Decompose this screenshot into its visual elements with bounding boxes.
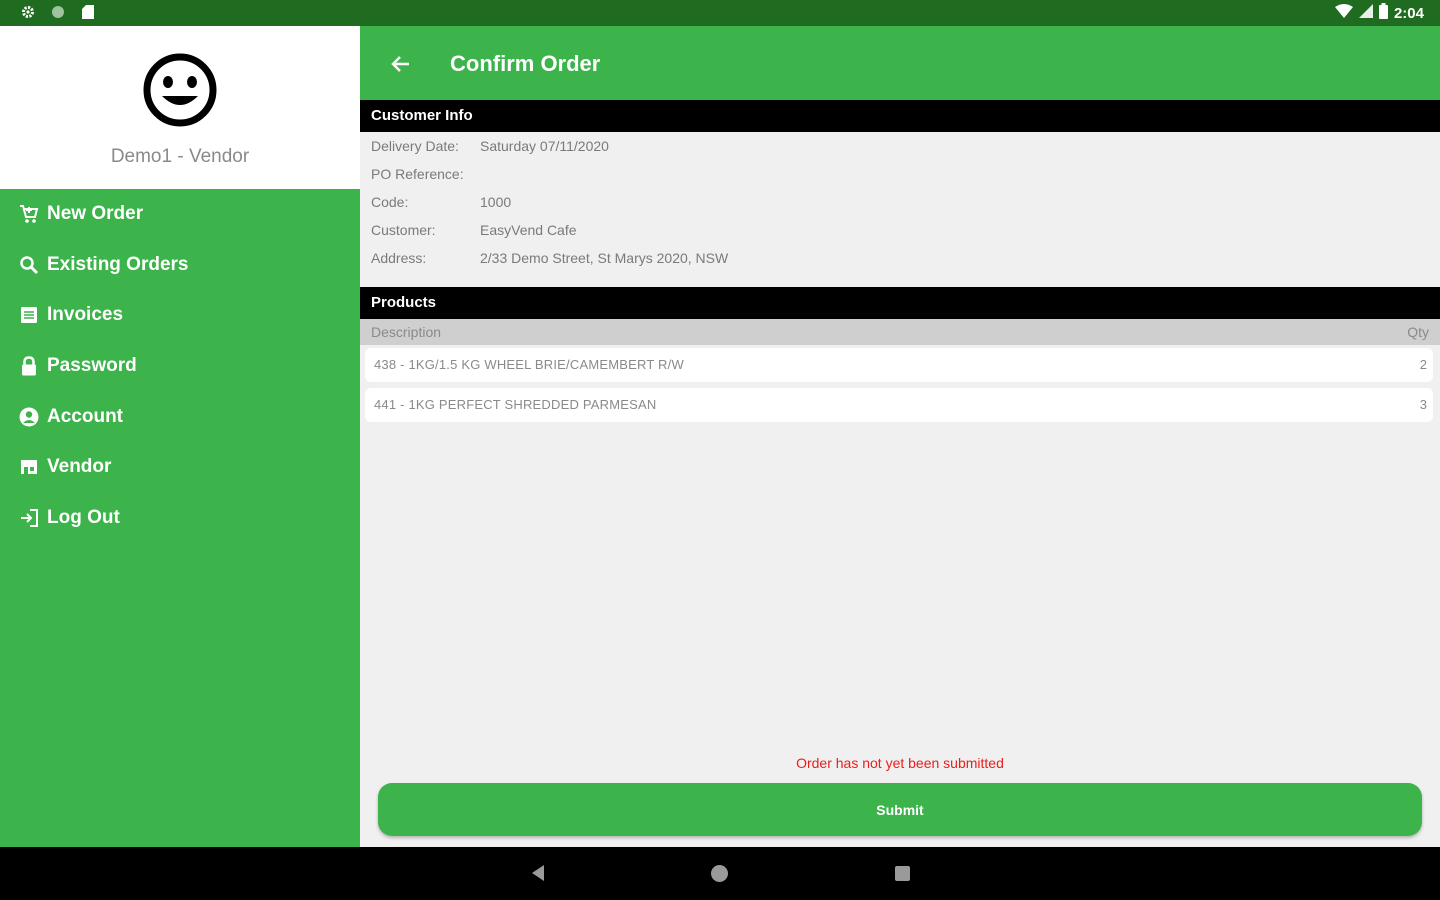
store-icon — [18, 456, 40, 478]
address-label: Address: — [371, 250, 427, 266]
nav-label-vendor: Vendor — [47, 456, 112, 477]
signal-icon — [1358, 4, 1373, 22]
system-nav-bar — [0, 847, 1440, 900]
app-bar: Confirm Order — [360, 26, 1440, 100]
code-value: 1000 — [480, 194, 512, 210]
drawer-header: Demo1 - Vendor — [0, 26, 360, 189]
settings-icon — [20, 4, 36, 20]
sd-card-icon — [80, 4, 96, 20]
customer-value: EasyVend Cafe — [480, 222, 577, 238]
product-row[interactable]: 441 - 1KG PERFECT SHREDDED PARMESAN 3 — [365, 388, 1433, 422]
logout-icon — [18, 507, 40, 529]
wifi-icon — [1334, 4, 1353, 22]
nav-label-password: Password — [47, 355, 137, 376]
nav-item-log-out[interactable]: Log Out — [0, 493, 360, 543]
search-icon — [18, 254, 40, 276]
nav-home-icon[interactable] — [711, 865, 728, 882]
delivery-date-label: Delivery Date: — [371, 138, 459, 154]
nav-label-new-order: New Order — [47, 203, 144, 224]
battery-icon — [1378, 3, 1388, 23]
circle-icon — [50, 4, 66, 20]
code-label: Code: — [371, 194, 409, 210]
nav-back-icon[interactable] — [530, 864, 546, 887]
product-row[interactable]: 438 - 1KG/1.5 KG WHEEL BRIE/CAMEMBERT R/… — [365, 348, 1433, 382]
customer-label: Customer: — [371, 222, 436, 238]
main-content: Confirm Order Customer Info Delivery Dat… — [360, 26, 1440, 847]
nav-item-account[interactable]: Account — [0, 392, 360, 442]
column-qty: Qty — [1407, 324, 1429, 340]
nav-label-existing-orders: Existing Orders — [47, 254, 189, 275]
back-arrow-icon[interactable] — [386, 50, 414, 78]
cart-icon — [18, 203, 40, 225]
po-reference-label: PO Reference: — [371, 166, 464, 182]
products-header: Products — [360, 287, 1440, 319]
nav-item-invoices[interactable]: Invoices — [0, 290, 360, 340]
status-time: 2:04 — [1393, 4, 1424, 22]
nav-item-existing-orders[interactable]: Existing Orders — [0, 240, 360, 290]
vendor-name: Demo1 - Vendor — [110, 146, 250, 167]
nav-label-account: Account — [47, 406, 123, 427]
navigation-drawer: Demo1 - Vendor New Order Existing Orders… — [0, 26, 360, 847]
nav-recents-icon[interactable] — [895, 866, 910, 881]
product-qty: 3 — [1419, 397, 1427, 412]
customer-info-header: Customer Info — [360, 100, 1440, 132]
nav-item-new-order[interactable]: New Order — [0, 189, 360, 239]
invoice-icon — [18, 304, 40, 326]
submit-button[interactable]: Submit — [378, 783, 1422, 836]
product-description: 438 - 1KG/1.5 KG WHEEL BRIE/CAMEMBERT R/… — [374, 357, 684, 372]
smiley-avatar-icon — [142, 52, 218, 128]
delivery-date-value: Saturday 07/11/2020 — [480, 138, 609, 154]
nav-item-vendor[interactable]: Vendor — [0, 442, 360, 492]
order-status-message: Order has not yet been submitted — [796, 755, 1004, 771]
address-value: 2/33 Demo Street, St Marys 2020, NSW — [480, 250, 729, 266]
product-description: 441 - 1KG PERFECT SHREDDED PARMESAN — [374, 397, 657, 412]
nav-item-password[interactable]: Password — [0, 341, 360, 391]
product-qty: 2 — [1419, 357, 1427, 372]
column-description: Description — [371, 324, 442, 340]
lock-icon — [18, 355, 40, 377]
products-column-header: Description Qty — [360, 319, 1440, 345]
status-bar: 2:04 — [0, 0, 1440, 26]
nav-label-invoices: Invoices — [47, 304, 124, 325]
account-icon — [18, 406, 40, 428]
page-title: Confirm Order — [450, 51, 601, 76]
nav-label-log-out: Log Out — [47, 507, 120, 528]
